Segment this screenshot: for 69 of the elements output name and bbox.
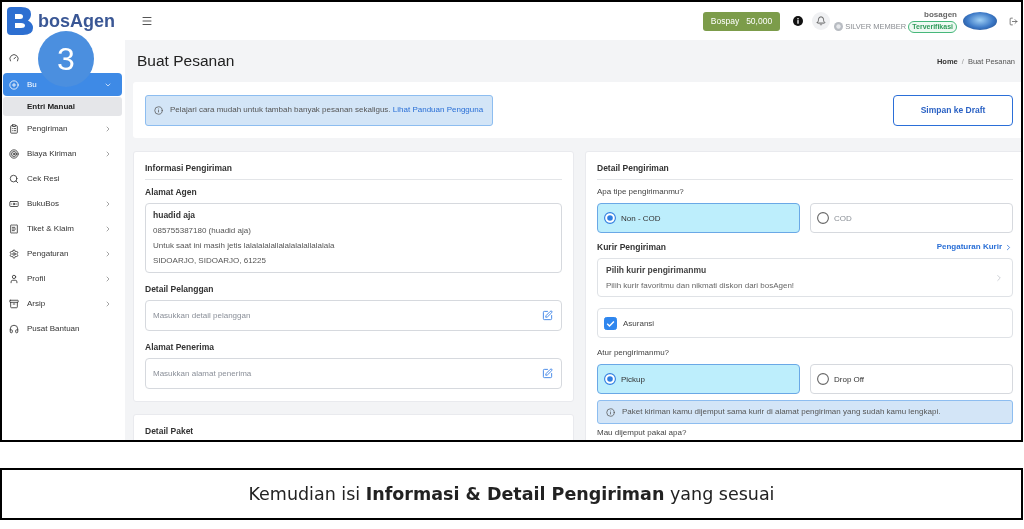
courier-picker[interactable]: Pilih kurir pengirimanmu Pilih kurir favoritmu dan nikmati diskon dari bosAgen! — [597, 258, 1013, 297]
field-label: Detail Pelanggan — [145, 284, 214, 294]
question-label: Apa tipe pengirimanmu? — [597, 187, 684, 197]
edit-icon[interactable] — [542, 368, 553, 379]
checkbox-icon[interactable] — [604, 316, 617, 330]
member-medal-icon — [834, 22, 844, 31]
question-label: Mau dijemput pakai apa? — [597, 428, 687, 438]
caption-text: Kemudian isi Informasi & Detail Pengiriman yang sesuai — [248, 483, 775, 505]
search-icon — [9, 173, 19, 184]
courier-settings-link[interactable]: Pengaturan Kurir — [936, 242, 1013, 252]
address-name: huadid aja — [153, 209, 196, 222]
field-label: Kurir Pengiriman — [597, 242, 666, 252]
field-label: Alamat Agen — [145, 187, 197, 197]
radio-icon — [817, 212, 829, 224]
question-label: Atur pengirimanmu? — [597, 348, 670, 358]
edit-icon[interactable] — [542, 310, 553, 321]
radio-icon — [604, 373, 616, 385]
info-icon — [606, 407, 615, 417]
banknote-icon — [9, 198, 19, 209]
chevron-right-icon — [1004, 242, 1013, 252]
sidebar-item[interactable]: Cek Resi — [3, 166, 122, 191]
address-line: SIDOARJO, SIDOARJO, 61225 — [153, 255, 266, 267]
clipboard-list-icon — [9, 123, 19, 134]
address-line: Untuk saat ini masih jetis lalalalalallalalalalallalalala — [153, 240, 335, 252]
radio-icon — [604, 212, 616, 224]
radio-option[interactable]: Pickup — [597, 364, 800, 394]
input-field[interactable]: Masukkan detail pelanggan — [145, 300, 562, 331]
card-title: Detail Pengiriman — [597, 163, 669, 173]
receipt-icon — [9, 223, 19, 234]
radio-option[interactable]: Non - COD — [597, 203, 800, 233]
radio-option[interactable]: Drop Off — [810, 364, 1013, 394]
menu-icon[interactable] — [141, 15, 153, 27]
sidebar-item[interactable]: Arsip — [3, 291, 122, 316]
bell-icon[interactable] — [812, 12, 831, 30]
sidebar-item[interactable]: Pengiriman — [3, 116, 122, 141]
headphones-icon — [9, 323, 19, 334]
sidebar-item[interactable]: BukuBos — [3, 191, 122, 216]
archive-icon — [9, 298, 19, 309]
card-title: Detail Paket — [145, 426, 194, 436]
banner-text: Pelajari cara mudah untuk tambah banyak pesanan sekaligus. Lihat Panduan Pengguna — [170, 105, 484, 115]
sidebar-item[interactable]: Tiket & Klaim — [3, 216, 122, 241]
user-icon — [9, 273, 19, 284]
sidebar-subitem[interactable]: Entri Manual — [3, 97, 122, 116]
target-icon — [9, 148, 19, 159]
avatar-placeholder[interactable] — [963, 12, 997, 30]
insurance-checkbox[interactable]: Asuransi — [597, 308, 1013, 338]
sidebar-item[interactable]: Pengaturan — [3, 241, 122, 266]
info-icon[interactable] — [793, 16, 804, 26]
radio-icon — [817, 373, 829, 385]
logo-icon — [5, 5, 35, 37]
sidebar-item[interactable]: Profil — [3, 266, 122, 291]
logout-icon[interactable] — [1009, 16, 1018, 26]
page-title: Buat Pesanan — [137, 52, 235, 70]
info-icon — [154, 105, 163, 115]
sidebar-item[interactable]: Biaya Kiriman — [3, 141, 122, 166]
plus-circle-icon — [9, 79, 19, 90]
field-label: Alamat Penerima — [145, 342, 214, 352]
logo-text: bosAgen — [38, 10, 115, 32]
guide-link[interactable]: Lihat Panduan Pengguna — [392, 105, 484, 114]
note-text: Paket kiriman kamu dijemput sama kurir di alamat pengiriman yang sudah kamu lengkapi. — [622, 407, 941, 417]
address-line: 085755387180 (huadid aja) — [153, 225, 251, 237]
settings-icon — [9, 248, 19, 259]
gauge-icon — [9, 52, 19, 63]
input-field[interactable]: Masukkan alamat penerima — [145, 358, 562, 389]
card-title: Informasi Pengiriman — [145, 163, 232, 173]
user-name: bosagen — [924, 9, 957, 20]
save-draft-button[interactable]: Simpan ke Draft — [893, 94, 1013, 126]
chevron-right-icon — [994, 272, 1004, 283]
sidebar-item[interactable]: Pusat Bantuan — [3, 316, 122, 341]
